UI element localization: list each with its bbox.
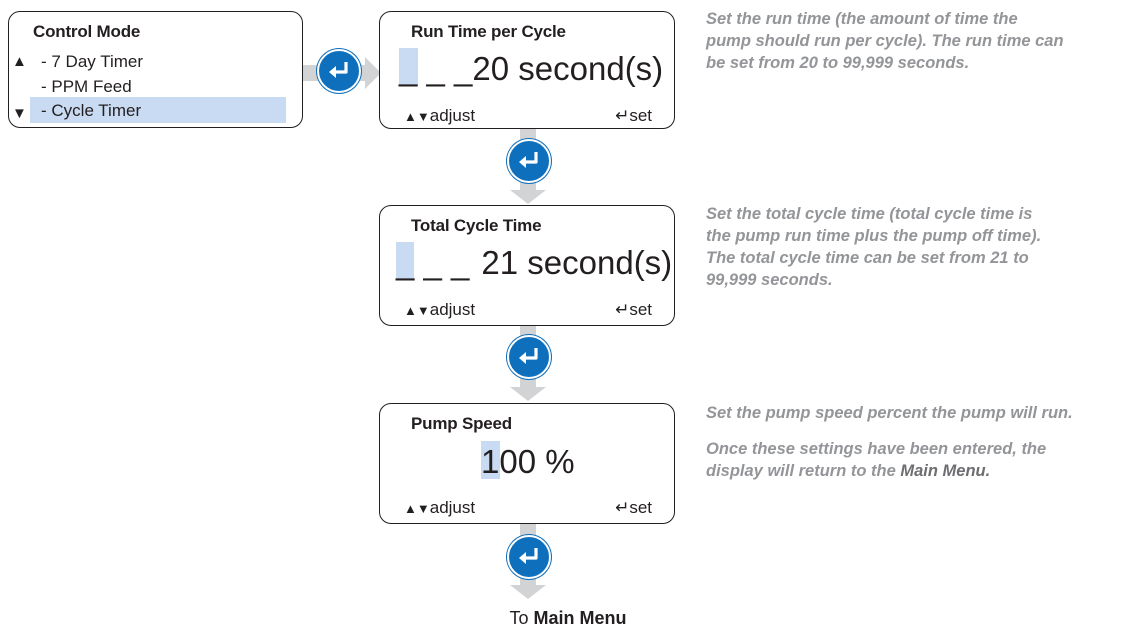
adjust-hint: ▲▼adjust	[404, 300, 475, 320]
total-cycle-placeholder: _ _ _	[396, 244, 470, 281]
return-arrow-icon: ↵	[615, 106, 630, 125]
adjust-label: adjust	[429, 106, 476, 125]
pump-speed-description-2-text: Once these settings have been entered, t…	[706, 440, 1047, 480]
enter-icon	[519, 548, 538, 564]
arrow-head	[510, 387, 546, 401]
up-down-icon: ▲▼	[404, 303, 430, 318]
total-cycle-title: Total Cycle Time	[411, 216, 542, 235]
run-time-value[interactable]: _ _ _20 second(s)	[399, 50, 663, 88]
pump-speed-value[interactable]: 100 %	[481, 443, 575, 481]
enter-button[interactable]	[507, 335, 551, 379]
to-main-menu-prefix: To	[509, 608, 529, 628]
return-arrow-icon: ↵	[615, 300, 630, 319]
pump-speed-rest: 00 %	[499, 443, 575, 480]
up-down-icon: ▲▼	[404, 109, 430, 124]
arrow-head	[510, 190, 546, 204]
menu-item-ppm-feed[interactable]: - PPM Feed	[41, 77, 132, 97]
run-time-description: Set the run time (the amount of time the…	[706, 10, 1064, 72]
set-label: set	[629, 300, 652, 319]
set-label: set	[629, 498, 652, 517]
pump-speed-description-1: Set the pump speed percent the pump will…	[706, 404, 1073, 422]
run-time-placeholder: _ _ _	[399, 50, 473, 87]
to-main-menu-target: Main Menu	[533, 608, 627, 628]
adjust-hint: ▲▼adjust	[404, 498, 475, 518]
return-arrow-icon: ↵	[615, 498, 630, 517]
menu-item-cycle-timer[interactable]: - Cycle Timer	[41, 101, 141, 121]
total-cycle-value[interactable]: _ _ _ 21 second(s)	[396, 244, 672, 282]
arrow-head	[510, 585, 546, 599]
down-triangle-icon: ▼	[12, 105, 27, 122]
pump-speed-panel: Pump Speed 100 % ▲▼adjust ↵set	[379, 403, 675, 524]
adjust-hint: ▲▼adjust	[404, 106, 475, 126]
run-time-panel: Run Time per Cycle _ _ _20 second(s) ▲▼a…	[379, 11, 675, 129]
set-hint: ↵set	[615, 498, 652, 518]
menu-item-7-day-timer[interactable]: - 7 Day Timer	[41, 52, 143, 72]
enter-icon	[519, 152, 538, 168]
total-cycle-number: 21 second(s)	[481, 244, 673, 281]
run-time-number: 20 second(s)	[472, 50, 664, 87]
pump-speed-title: Pump Speed	[411, 414, 512, 433]
to-main-menu: To Main Menu	[0, 608, 1136, 629]
enter-button[interactable]	[507, 139, 551, 183]
up-down-icon: ▲▼	[404, 501, 430, 516]
total-cycle-description: Set the total cycle time (total cycle ti…	[706, 205, 1042, 289]
enter-button[interactable]	[507, 535, 551, 579]
enter-button[interactable]	[317, 49, 361, 93]
up-triangle-icon: ▲	[12, 53, 27, 70]
total-cycle-panel: Total Cycle Time _ _ _ 21 second(s) ▲▼adj…	[379, 205, 675, 326]
control-mode-panel: Control Mode ▲ ▼ - 7 Day Timer - PPM Fee…	[8, 11, 303, 128]
set-hint: ↵set	[615, 300, 652, 320]
pump-speed-description-2: Once these settings have been entered, t…	[706, 438, 1081, 482]
set-hint: ↵set	[615, 106, 652, 126]
set-label: set	[629, 106, 652, 125]
enter-icon	[329, 62, 348, 78]
run-time-title: Run Time per Cycle	[411, 22, 566, 41]
enter-icon	[519, 348, 538, 364]
control-mode-title: Control Mode	[33, 22, 141, 41]
adjust-label: adjust	[429, 300, 476, 319]
pump-speed-first-digit: 1	[481, 443, 500, 480]
adjust-label: adjust	[429, 498, 476, 517]
main-menu-emphasis: Main Menu.	[900, 462, 991, 480]
